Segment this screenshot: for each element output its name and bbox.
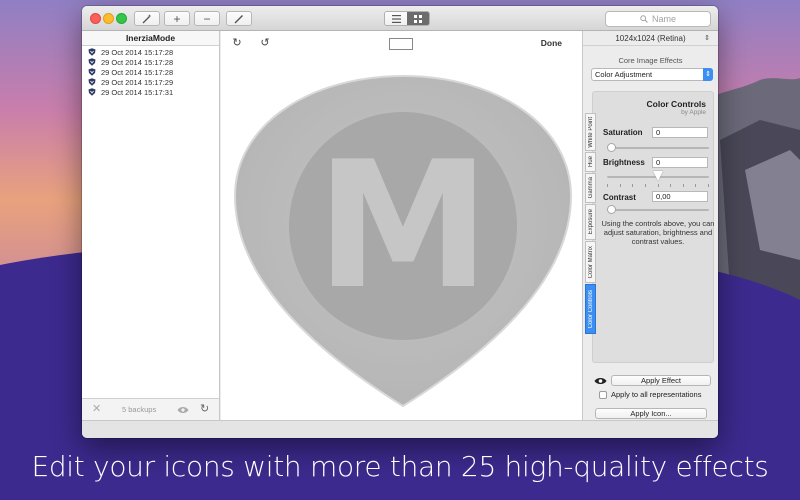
tab-color-controls[interactable]: Color Controls (585, 284, 596, 334)
backup-row[interactable]: 29 Oct 2014 15:17:28 (82, 67, 219, 77)
app-icon-preview: M (233, 74, 573, 408)
apply-all-row[interactable]: Apply to all representations (599, 390, 701, 399)
backup-date: 29 Oct 2014 15:17:28 (101, 47, 174, 57)
backups-sidebar: InerziaMode 29 Oct 2014 15:17:28 29 Oct … (82, 31, 220, 420)
contrast-field[interactable]: 0,00 (652, 191, 708, 202)
saturation-label: Saturation (603, 128, 643, 137)
icon-letter: M (316, 125, 490, 328)
zoom-window-button[interactable] (116, 13, 127, 24)
backup-row[interactable]: 29 Oct 2014 15:17:29 (82, 77, 219, 87)
core-image-label: Core Image Effects (618, 56, 683, 65)
magic-wand-icon (142, 13, 152, 23)
panel-title: Color Controls (646, 99, 707, 109)
backup-row[interactable]: 29 Oct 2014 15:17:28 (82, 57, 219, 67)
pencil-icon (234, 14, 243, 23)
sidebar-title: InerziaMode (82, 31, 219, 46)
window-bottom-bar (82, 420, 718, 438)
tab-hue[interactable]: Hue (585, 152, 596, 172)
backup-date: 29 Oct 2014 15:17:29 (101, 77, 174, 87)
brightness-field[interactable]: 0 (652, 157, 708, 168)
tab-white-point[interactable]: White Point (585, 113, 596, 151)
app-window: + − Name InerziaMode 29 Oct 2014 15:17:2… (82, 6, 718, 438)
minimize-window-button[interactable] (103, 13, 114, 24)
shield-icon (88, 88, 96, 96)
brightness-ticks (607, 184, 709, 187)
done-button[interactable]: Done (541, 38, 562, 48)
shield-icon (88, 78, 96, 86)
search-placeholder: Name (651, 14, 676, 24)
apply-all-checkbox[interactable] (599, 390, 607, 399)
shield-icon (88, 48, 96, 56)
effect-tabs: White Point Hue Gamma Exposure Color Mat… (585, 113, 597, 335)
backup-date: 29 Oct 2014 15:17:28 (101, 57, 174, 67)
search-icon (640, 15, 648, 23)
contrast-label: Contrast (603, 193, 636, 202)
contrast-knob[interactable] (607, 205, 616, 214)
remove-button[interactable]: − (194, 11, 220, 26)
size-selector[interactable]: 1024x1024 (Retina) ⇕ (583, 31, 718, 46)
edit-button[interactable] (226, 11, 252, 26)
effects-inspector: 1024x1024 (Retina) ⇕ Core Image Effects … (582, 31, 718, 420)
updown-arrow-icon: ⇕ (704, 35, 710, 42)
saturation-field[interactable]: 0 (652, 127, 708, 138)
preview-frame-icon[interactable] (389, 38, 413, 50)
grid-view-icon (414, 14, 422, 23)
backup-date: 29 Oct 2014 15:17:31 (101, 87, 174, 97)
brightness-slider[interactable] (607, 171, 709, 181)
apply-effect-button[interactable]: Apply Effect (611, 375, 711, 386)
panel-subtitle: by Apple (681, 109, 706, 116)
title-bar: + − Name (82, 6, 718, 31)
list-view-button[interactable] (385, 12, 407, 25)
list-view-icon (391, 14, 401, 23)
eye-icon[interactable] (594, 377, 607, 385)
brightness-label: Brightness (603, 158, 645, 167)
backup-date: 29 Oct 2014 15:17:28 (101, 67, 174, 77)
saturation-knob[interactable] (607, 143, 616, 152)
apply-effect-row: Apply Effect (583, 375, 718, 389)
magic-wand-button[interactable] (134, 11, 160, 26)
rotate-right-icon[interactable]: ↺ (259, 36, 271, 49)
tab-color-matrix[interactable]: Color Matrix (585, 241, 596, 283)
apply-icon-button[interactable]: Apply Icon... (595, 408, 707, 419)
rotate-left-icon[interactable]: ↻ (231, 36, 243, 49)
delete-backup-icon[interactable]: ✕ (92, 402, 101, 415)
effect-category-dropdown[interactable]: Color Adjustment ⇕ (591, 68, 713, 81)
apply-all-label: Apply to all representations (611, 390, 702, 399)
view-mode-toggle[interactable] (384, 11, 430, 26)
contrast-slider[interactable] (607, 205, 709, 214)
shield-icon (88, 58, 96, 66)
sidebar-footer: ✕ 5 backups ↻ (82, 398, 219, 420)
brightness-knob[interactable] (653, 171, 663, 181)
grid-view-button[interactable] (407, 12, 429, 25)
eye-icon[interactable] (177, 406, 189, 414)
chevron-updown-icon: ⇕ (703, 68, 713, 81)
backup-row[interactable]: 29 Oct 2014 15:17:31 (82, 87, 219, 97)
tab-gamma[interactable]: Gamma (585, 173, 596, 203)
icon-canvas: ↻ ↺ Done M (221, 31, 582, 420)
shield-icon (88, 68, 96, 76)
effect-description: Using the controls above, you can adjust… (601, 219, 715, 246)
add-button[interactable]: + (164, 11, 190, 26)
size-selector-label: 1024x1024 (Retina) (615, 33, 686, 43)
effect-category-value: Color Adjustment (595, 70, 653, 79)
saturation-slider[interactable] (607, 143, 709, 152)
tab-exposure[interactable]: Exposure (585, 204, 596, 240)
search-field[interactable]: Name (605, 11, 711, 27)
backup-row[interactable]: 29 Oct 2014 15:17:28 (82, 47, 219, 57)
backup-count: 5 backups (122, 405, 157, 414)
effect-panel: Color Controls by Apple Saturation 0 Bri… (592, 91, 714, 363)
marketing-caption: Edit your icons with more than 25 high-q… (31, 450, 769, 483)
close-window-button[interactable] (90, 13, 101, 24)
restore-icon[interactable]: ↻ (200, 402, 209, 415)
